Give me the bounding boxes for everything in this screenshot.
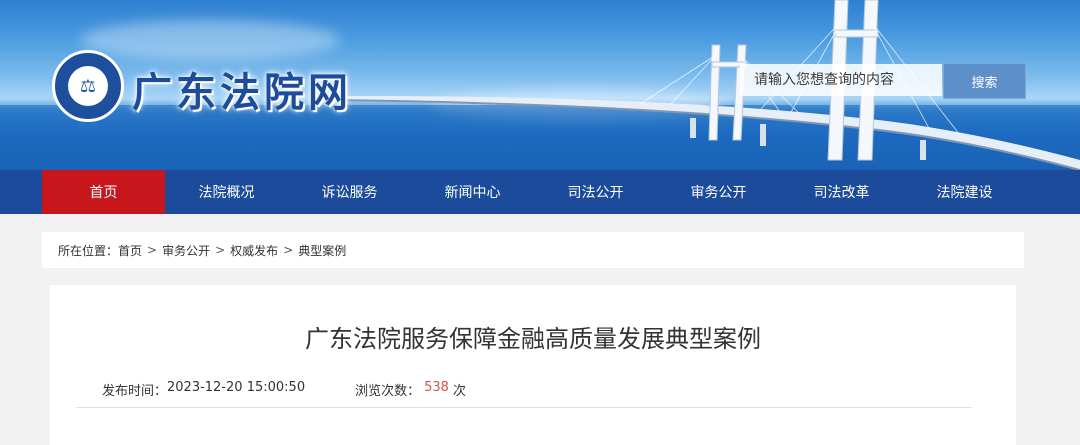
nav-item-trial-disclosure[interactable]: 审务公开 [657,170,780,214]
nav-item-court-overview[interactable]: 法院概况 [165,170,288,214]
search-input[interactable] [740,64,942,96]
breadcrumb: 所在位置： 首页 > 审务公开 > 权威发布 > 典型案例 [42,232,1024,268]
breadcrumb-separator: > [215,243,226,257]
breadcrumb-separator: > [283,243,294,257]
nav-item-judicial-reform[interactable]: 司法改革 [780,170,903,214]
nav-item-court-construction[interactable]: 法院建设 [903,170,1026,214]
views-count: 538 [424,380,449,395]
header-banner: ⚖ 广东法院网 搜索 [0,0,1080,170]
publish-label: 发布时间： [102,384,168,399]
search-button[interactable]: 搜索 [943,63,1026,99]
meta-divider [76,407,972,408]
nav-item-litigation-service[interactable]: 诉讼服务 [288,170,411,214]
breadcrumb-item-trial-disclosure[interactable]: 审务公开 [162,242,210,259]
views-unit: 次 [452,384,466,399]
breadcrumb-prefix: 所在位置： [58,243,119,258]
article-panel: 广东法院服务保障金融高质量发展典型案例 发布时间： 2023-12-20 15:… [50,285,1016,445]
breadcrumb-item-official-release[interactable]: 权威发布 [230,242,278,259]
article-title: 广东法院服务保障金融高质量发展典型案例 [305,325,761,353]
main-nav: 首页 法院概况 诉讼服务 新闻中心 司法公开 审务公开 司法改革 法院建设 [0,170,1080,214]
breadcrumb-item-typical-cases[interactable]: 典型案例 [298,242,346,259]
court-emblem-icon[interactable]: ⚖ [52,50,124,122]
breadcrumb-item-home[interactable]: 首页 [118,242,142,259]
views-label: 浏览次数： [355,384,421,399]
site-title[interactable]: 广东法院网 [132,60,352,118]
nav-item-home[interactable]: 首页 [42,170,165,214]
breadcrumb-separator: > [147,243,158,257]
article-meta: 发布时间： 2023-12-20 15:00:50 浏览次数： 538 次 [102,380,466,399]
nav-item-news-center[interactable]: 新闻中心 [411,170,534,214]
nav-item-judicial-disclosure[interactable]: 司法公开 [534,170,657,214]
publish-time: 2023-12-20 15:00:50 [167,380,306,395]
emblem-inner: ⚖ [68,66,108,106]
